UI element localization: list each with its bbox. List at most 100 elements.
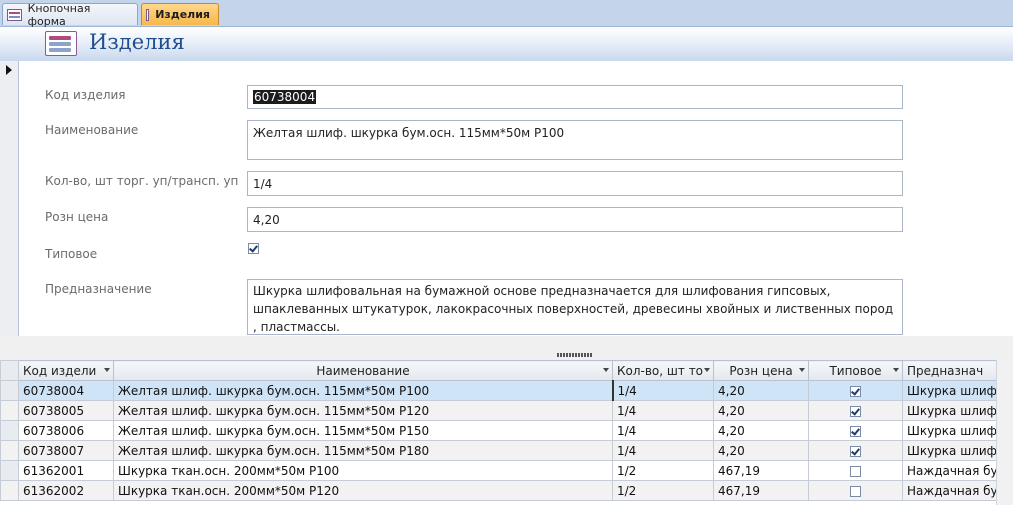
tab-switchboard-form[interactable]: Кнопочная форма (2, 1, 138, 28)
column-header-price[interactable]: Розн цена (713, 360, 809, 381)
name-label: Наименование (45, 123, 139, 137)
cell-purpose[interactable]: Шкурка шлифо (901, 380, 1010, 401)
row-selector[interactable] (0, 420, 19, 441)
cell-code[interactable]: 60738005 (18, 400, 114, 421)
qty-field[interactable]: 1/4 (247, 171, 903, 196)
cell-qty[interactable]: 1/4 (612, 420, 714, 441)
table-row[interactable]: 60738005 Желтая шлиф. шкурка бум.осн. 11… (0, 400, 1010, 421)
cell-qty[interactable]: 1/4 (612, 400, 714, 421)
standard-label: Типовое (45, 247, 98, 261)
form-header: Изделия (0, 27, 1013, 61)
cell-name[interactable]: Желтая шлиф. шкурка бум.осн. 115мм*50м Р… (113, 440, 613, 461)
cell-name[interactable]: Желтая шлиф. шкурка бум.осн. 115мм*50м Р… (113, 380, 613, 401)
cell-code[interactable]: 60738006 (18, 420, 114, 441)
standard-checkbox[interactable] (850, 485, 861, 497)
cell-code[interactable]: 61362002 (18, 480, 114, 501)
purpose-field[interactable]: Шкурка шлифовальная на бумажной основе п… (247, 279, 903, 335)
row-selector[interactable] (0, 460, 19, 481)
cell-code[interactable]: 60738004 (18, 380, 114, 401)
cell-name[interactable]: Желтая шлиф. шкурка бум.осн. 115мм*50м Р… (113, 420, 613, 441)
column-header-qty[interactable]: Кол-во, шт то (612, 360, 714, 381)
table-row[interactable]: 60738007 Желтая шлиф. шкурка бум.осн. 11… (0, 440, 1010, 461)
row-selector[interactable] (0, 380, 19, 401)
datasheet-table: Код издели Наименование Кол-во, шт то Ро… (0, 360, 1010, 501)
table-row[interactable]: 61362001 Шкурка ткан.осн. 200мм*50м Р100… (0, 460, 1010, 481)
cell-standard[interactable] (808, 380, 903, 401)
sort-dropdown-icon[interactable] (603, 368, 609, 372)
cell-qty[interactable]: 1/4 (611, 380, 714, 401)
price-label: Розн цена (45, 210, 109, 224)
standard-checkbox[interactable] (850, 445, 861, 457)
tab-label: Изделия (155, 8, 210, 21)
standard-checkbox[interactable] (850, 425, 861, 437)
cell-price[interactable]: 467,19 (713, 480, 809, 501)
table-row[interactable]: 61362002 Шкурка ткан.осн. 200мм*50м Р120… (0, 480, 1010, 501)
split-form-divider[interactable] (0, 336, 1013, 361)
cell-code[interactable]: 60738007 (18, 440, 114, 461)
form-icon (7, 8, 22, 21)
page-title: Изделия (89, 30, 185, 54)
cell-price[interactable]: 4,20 (713, 400, 809, 421)
cell-price[interactable]: 4,20 (713, 380, 809, 401)
standard-checkbox[interactable] (248, 243, 259, 254)
cell-standard[interactable] (808, 400, 903, 421)
cell-purpose[interactable]: Наждачная бу (901, 460, 1010, 481)
select-all-corner[interactable] (0, 360, 19, 381)
column-header-purpose[interactable]: Предназнач (901, 360, 1010, 381)
cell-purpose[interactable]: Наждачная бу (901, 480, 1010, 501)
vertical-scrollbar[interactable] (996, 360, 1013, 505)
row-selector[interactable] (0, 400, 19, 421)
code-field[interactable]: 60738004 (247, 85, 903, 109)
code-value: 60738004 (253, 90, 317, 104)
price-field[interactable]: 4,20 (247, 207, 903, 232)
column-header-name[interactable]: Наименование (113, 360, 613, 381)
sort-dropdown-icon[interactable] (104, 368, 110, 372)
cell-standard[interactable] (808, 460, 903, 481)
cell-code[interactable]: 61362001 (18, 460, 114, 481)
code-label: Код изделия (45, 88, 126, 102)
sort-dropdown-icon[interactable] (799, 368, 805, 372)
cell-qty[interactable]: 1/2 (612, 460, 714, 481)
sort-dropdown-icon[interactable] (893, 368, 899, 372)
cell-name[interactable]: Шкурка ткан.осн. 200мм*50м Р100 (113, 460, 613, 481)
tab-products[interactable]: Изделия (141, 3, 219, 25)
cell-purpose[interactable]: Шкурка шлифо (901, 440, 1010, 461)
standard-checkbox[interactable] (850, 385, 861, 397)
tab-label: Кнопочная форма (27, 1, 91, 28)
name-field[interactable]: Желтая шлиф. шкурка бум.осн. 115мм*50м Р… (247, 120, 903, 160)
document-tab-strip: Кнопочная форма Изделия (0, 0, 1013, 28)
table-row[interactable]: 60738006 Желтая шлиф. шкурка бум.осн. 11… (0, 420, 1010, 441)
checkmark-icon (851, 405, 860, 416)
purpose-label: Предназначение (45, 282, 152, 296)
form-icon (146, 8, 150, 21)
row-selector[interactable] (0, 480, 19, 501)
cell-price[interactable]: 4,20 (713, 440, 809, 461)
record-selector[interactable] (0, 61, 19, 336)
column-header-code[interactable]: Код издели (18, 360, 114, 381)
splitter-grip-icon[interactable] (557, 353, 593, 357)
checkmark-icon (851, 425, 860, 436)
checkmark-icon (249, 243, 258, 253)
form-body: Код изделия 60738004 Наименование Желтая… (19, 61, 1013, 336)
row-selector[interactable] (0, 440, 19, 461)
standard-checkbox[interactable] (850, 405, 861, 417)
form-icon (45, 31, 77, 56)
checkmark-icon (851, 385, 860, 396)
sort-dropdown-icon[interactable] (704, 368, 710, 372)
table-row[interactable]: 60738004 Желтая шлиф. шкурка бум.осн. 11… (0, 380, 1010, 401)
cell-price[interactable]: 467,19 (713, 460, 809, 481)
cell-name[interactable]: Шкурка ткан.осн. 200мм*50м Р120 (113, 480, 613, 501)
cell-name[interactable]: Желтая шлиф. шкурка бум.осн. 115мм*50м Р… (113, 400, 613, 421)
cell-qty[interactable]: 1/4 (612, 440, 714, 461)
qty-label: Кол-во, шт торг. уп/трансп. уп (45, 174, 239, 188)
cell-purpose[interactable]: Шкурка шлифо (901, 420, 1010, 441)
cell-purpose[interactable]: Шкурка шлифо (901, 400, 1010, 421)
datasheet-grid: Код издели Наименование Кол-во, шт то Ро… (0, 360, 1013, 505)
column-header-standard[interactable]: Типовое (808, 360, 903, 381)
cell-standard[interactable] (808, 440, 903, 461)
cell-standard[interactable] (808, 480, 903, 501)
cell-price[interactable]: 4,20 (713, 420, 809, 441)
cell-qty[interactable]: 1/2 (612, 480, 714, 501)
standard-checkbox[interactable] (850, 465, 861, 477)
cell-standard[interactable] (808, 420, 903, 441)
